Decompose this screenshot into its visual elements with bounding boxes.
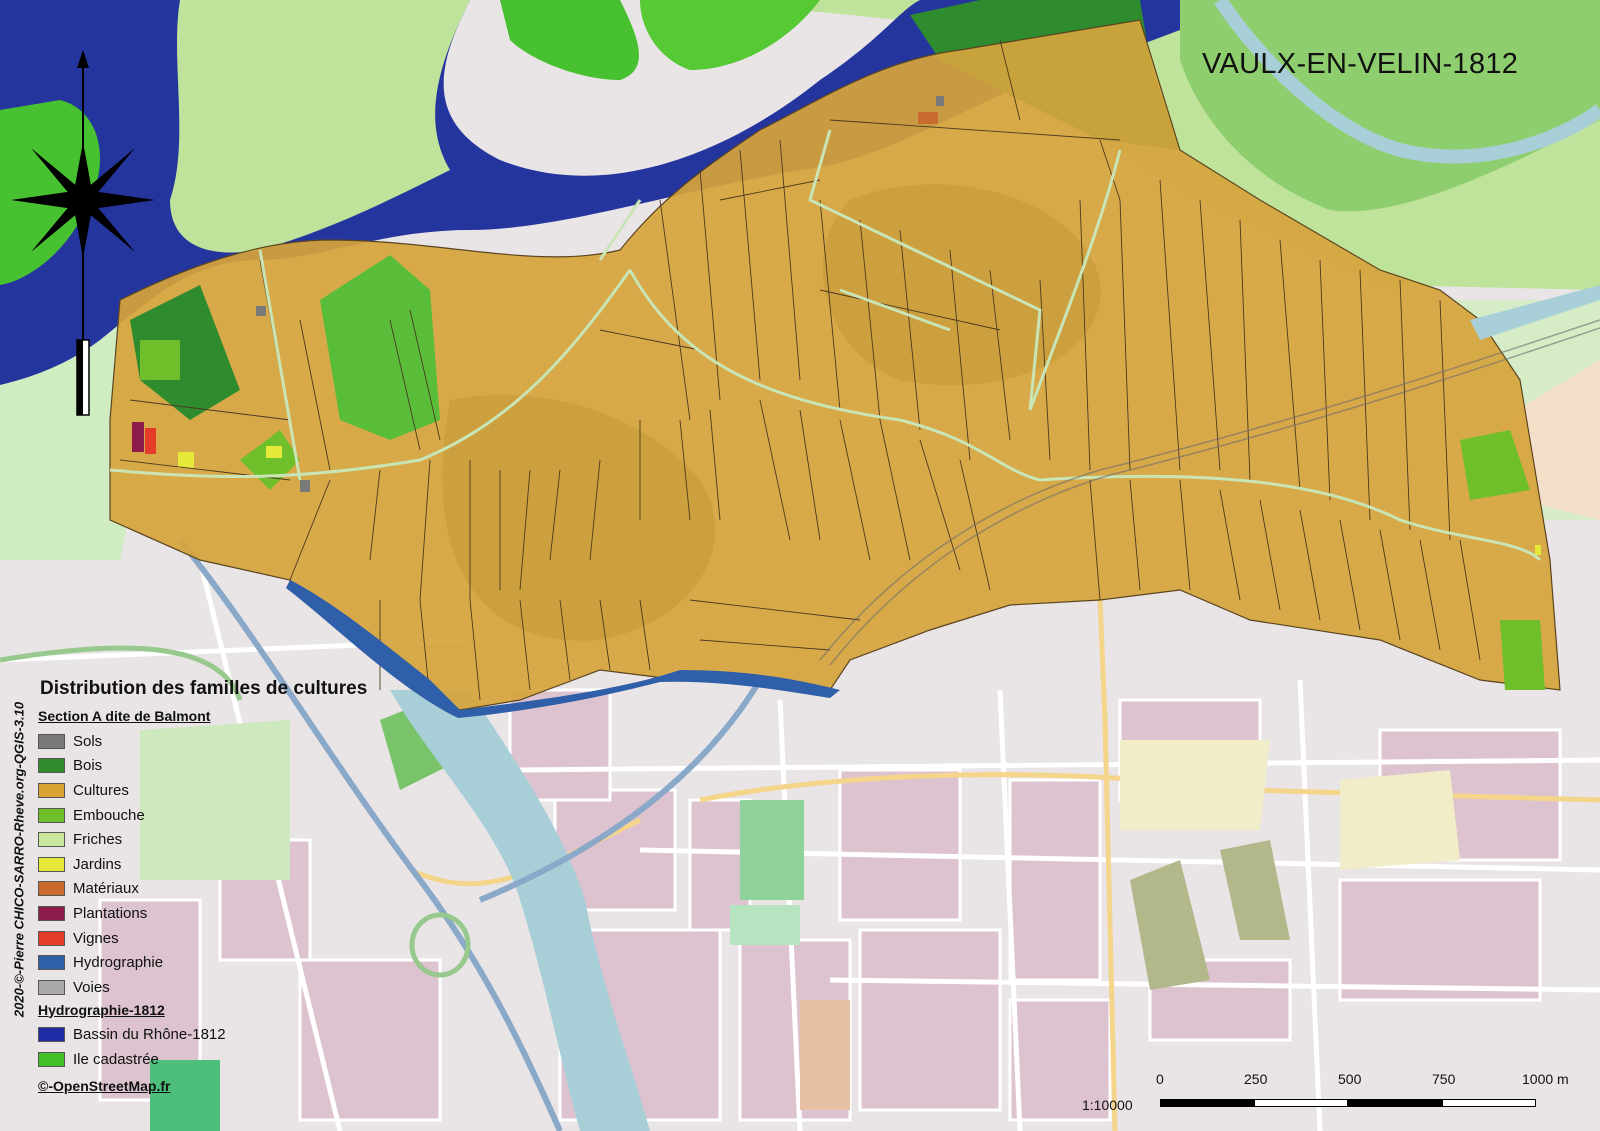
legend-swatch bbox=[38, 807, 65, 823]
legend-item-row: Voies bbox=[38, 975, 418, 1000]
legend-item-row: Jardins bbox=[38, 852, 418, 877]
legend-swatch bbox=[38, 1051, 65, 1067]
legend-section-hydro: Hydrographie-1812 bbox=[38, 1001, 165, 1018]
legend-label: Voies bbox=[73, 978, 110, 996]
embouche-east-2[interactable] bbox=[1500, 620, 1545, 690]
scale-ratio: 1:10000 bbox=[1082, 1097, 1133, 1113]
legend-item-row: Vignes bbox=[38, 926, 418, 951]
legend-label: Matériaux bbox=[73, 880, 139, 898]
legend-label: Vignes bbox=[73, 929, 119, 947]
orange-lot bbox=[800, 1000, 850, 1110]
legend-hydro-item-row: Ile cadastrée bbox=[38, 1047, 418, 1072]
legend-swatch bbox=[38, 979, 65, 995]
legend-label: Friches bbox=[73, 831, 123, 849]
plantations-parcel[interactable] bbox=[132, 422, 144, 452]
legend-label: Jardins bbox=[73, 855, 122, 873]
scale-tick-label: 250 bbox=[1244, 1071, 1268, 1087]
sols-parcel[interactable] bbox=[256, 306, 266, 316]
legend-item-row: Sols bbox=[38, 729, 418, 754]
legend-label: Sols bbox=[73, 732, 103, 750]
vignes-parcel[interactable] bbox=[145, 428, 156, 454]
legend: Distribution des familles de cultures Se… bbox=[38, 678, 418, 1094]
legend-item-row: Matériaux bbox=[38, 877, 418, 902]
legend-item-row: Cultures bbox=[38, 778, 418, 803]
school-area-2 bbox=[1340, 770, 1460, 870]
legend-item-row: Hydrographie bbox=[38, 950, 418, 975]
materiaux-parcel[interactable] bbox=[918, 112, 938, 124]
jardins-parcel-2[interactable] bbox=[266, 446, 282, 458]
legend-swatch bbox=[38, 832, 65, 848]
legend-item-row: Embouche bbox=[38, 803, 418, 828]
legend-label: Cultures bbox=[73, 781, 129, 799]
sports-field bbox=[740, 800, 804, 900]
legend-item-row: Friches bbox=[38, 827, 418, 852]
scale-segment-2 bbox=[1254, 1099, 1348, 1107]
scale-segment-1 bbox=[1160, 1099, 1254, 1107]
legend-item-row: Plantations bbox=[38, 901, 418, 926]
credit-text: 2020-©-Pierre CHICO-SARRO-Rheve.org-QGIS… bbox=[11, 701, 27, 1018]
osm-attribution[interactable]: ©-OpenStreetMap.fr bbox=[38, 1078, 418, 1094]
jardins-parcel[interactable] bbox=[178, 452, 194, 468]
legend-label: Embouche bbox=[73, 806, 145, 824]
legend-label: Plantations bbox=[73, 904, 148, 922]
jardins-parcel-3[interactable] bbox=[1535, 545, 1541, 555]
scale-tick-label: 1000 m bbox=[1522, 1071, 1569, 1087]
scale-tick-label: 500 bbox=[1338, 1071, 1362, 1087]
scale-segment-4 bbox=[1442, 1099, 1536, 1107]
legend-swatch bbox=[38, 1027, 65, 1043]
scale-bar: 0 250 500 750 1000 m 1:10000 bbox=[1082, 1068, 1600, 1128]
scale-segment-3 bbox=[1348, 1099, 1442, 1107]
legend-label: Bois bbox=[73, 757, 103, 775]
legend-swatch bbox=[38, 758, 65, 774]
legend-hydro-items: Bassin du Rhône-1812 Ile cadastrée bbox=[38, 1023, 418, 1072]
legend-swatch bbox=[38, 930, 65, 946]
legend-swatch bbox=[38, 733, 65, 749]
legend-swatch bbox=[38, 881, 65, 897]
legend-swatch bbox=[38, 955, 65, 971]
legend-heading: Distribution des familles de cultures bbox=[40, 678, 368, 699]
scale-tick-label: 750 bbox=[1432, 1071, 1456, 1087]
legend-section-cadastre: Section A dite de Balmont bbox=[38, 708, 211, 724]
park-area bbox=[730, 905, 800, 945]
legend-swatch bbox=[38, 905, 65, 921]
legend-item-row: Bois bbox=[38, 754, 418, 779]
school-area bbox=[1120, 740, 1270, 830]
legend-swatch bbox=[38, 782, 65, 798]
legend-label: Ile cadastrée bbox=[73, 1050, 159, 1068]
scale-tick-label: 0 bbox=[1156, 1071, 1164, 1087]
legend-swatch bbox=[38, 856, 65, 872]
legend-label: Bassin du Rhône-1812 bbox=[73, 1026, 226, 1044]
legend-label: Hydrographie bbox=[73, 954, 164, 972]
sols-parcel-3[interactable] bbox=[936, 96, 944, 106]
legend-items: Sols Bois Cultures Embouche Friches Jardins Ma… bbox=[38, 729, 418, 1000]
sols-parcel-2[interactable] bbox=[300, 480, 310, 492]
legend-hydro-item-row: Bassin du Rhône-1812 bbox=[38, 1023, 418, 1048]
embouche-small[interactable] bbox=[140, 340, 180, 380]
map-title: VAULX-EN-VELIN-1812 bbox=[1202, 48, 1519, 80]
